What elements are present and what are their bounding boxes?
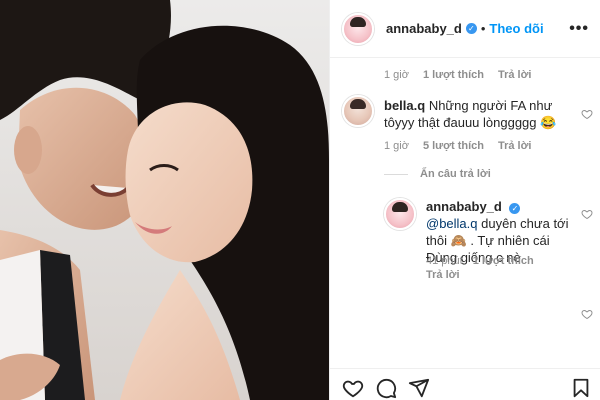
reply-author-avatar[interactable] <box>384 198 416 230</box>
comment-time: 1 giờ <box>384 140 409 152</box>
reply-meta: 41 phút 1 lượt thích Trả lời <box>426 255 546 281</box>
post-actions-bar <box>330 368 600 400</box>
verified-badge-icon: ✓ <box>465 23 477 34</box>
comment-meta: 1 giờ 5 lượt thích Trả lời <box>384 140 531 152</box>
comment-likes[interactable]: 5 lượt thích <box>423 140 484 152</box>
comments-list[interactable]: 1 giờ 1 lượt thích Trả lời bella.q Những… <box>330 58 600 368</box>
comment-bubble-icon[interactable] <box>375 377 397 399</box>
comment-likes[interactable]: 1 lượt thích <box>423 69 484 81</box>
like-reply-heart-icon[interactable] <box>581 208 593 220</box>
comment-body: bella.q Những người FA như tôyyy thật đa… <box>384 97 569 131</box>
author-avatar[interactable] <box>342 12 374 45</box>
paper-plane-icon[interactable] <box>408 377 430 399</box>
heart-icon[interactable] <box>342 377 364 399</box>
post-photo-illustration <box>0 0 329 400</box>
more-options-icon[interactable]: ••• <box>569 20 589 38</box>
reply-author-username[interactable]: annababy_d <box>426 199 502 214</box>
comment-meta: 1 giờ 1 lượt thích Trả lời <box>384 69 531 81</box>
comment-time: 1 giờ <box>384 69 409 81</box>
reply-time: 41 phút <box>426 255 463 267</box>
hide-replies-button[interactable]: Ẩn câu trả lời <box>384 168 491 180</box>
comments-panel: annababy_d ✓ • Theo dõi ••• 1 giờ 1 lượt… <box>329 0 600 400</box>
commenter-avatar[interactable] <box>342 95 374 127</box>
bookmark-icon[interactable] <box>570 377 592 399</box>
verified-badge-icon: ✓ <box>509 203 521 214</box>
reply-button[interactable]: Trả lời <box>426 269 460 281</box>
author-username[interactable]: annababy_d <box>386 21 462 36</box>
like-comment-heart-icon[interactable] <box>581 108 593 120</box>
follow-button[interactable]: Theo dõi <box>489 21 543 36</box>
post-header: annababy_d ✓ • Theo dõi ••• <box>330 0 600 58</box>
post-photo[interactable] <box>0 0 329 400</box>
header-separator: • <box>480 21 486 36</box>
hide-replies-line <box>384 173 408 175</box>
commenter-username[interactable]: bella.q <box>384 98 425 113</box>
like-comment-heart-icon[interactable] <box>581 308 593 320</box>
reply-likes[interactable]: 1 lượt thích <box>473 255 534 267</box>
reply-button[interactable]: Trả lời <box>498 69 532 81</box>
reply-button[interactable]: Trả lời <box>498 140 532 152</box>
reply-mention-link[interactable]: @bella.q <box>426 216 478 231</box>
hide-replies-label: Ẩn câu trả lời <box>420 168 491 180</box>
